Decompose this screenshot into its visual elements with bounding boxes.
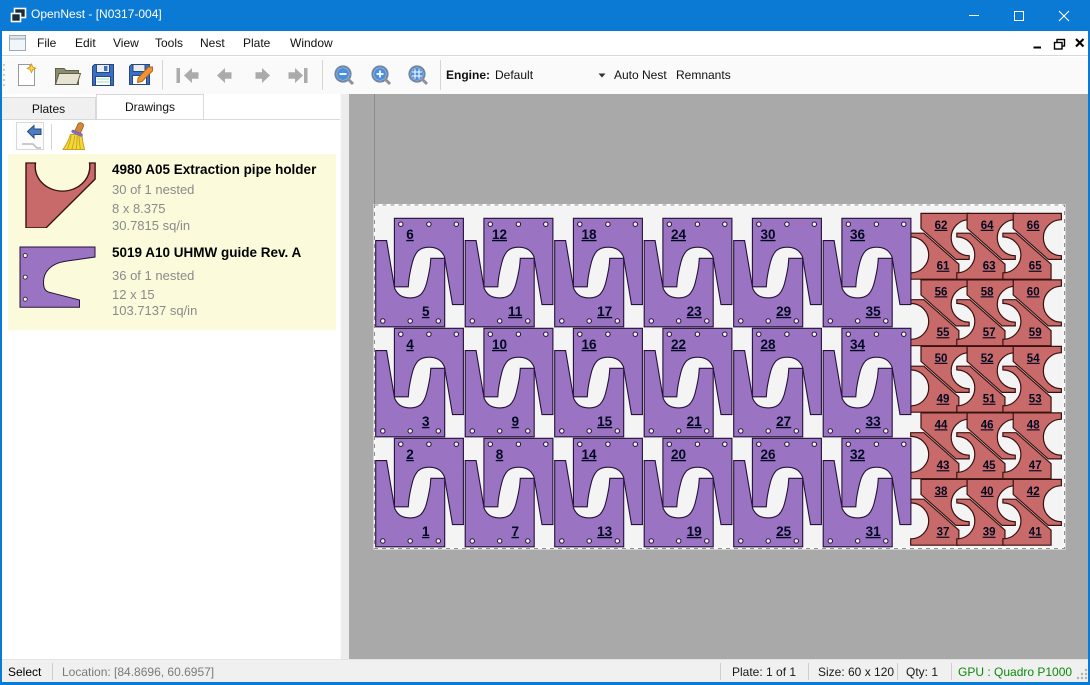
svg-text:55: 55 [937,327,950,339]
svg-text:48: 48 [1027,419,1040,431]
svg-text:26: 26 [760,447,776,462]
svg-text:6: 6 [406,227,414,242]
svg-text:7: 7 [511,524,519,539]
svg-text:29: 29 [776,304,791,319]
svg-text:14: 14 [581,447,597,462]
svg-text:19: 19 [687,524,702,539]
svg-text:45: 45 [983,460,996,472]
svg-text:8: 8 [496,447,504,462]
svg-text:50: 50 [935,353,948,365]
svg-text:21: 21 [687,414,703,429]
svg-text:10: 10 [492,337,507,352]
svg-text:61: 61 [937,261,950,273]
svg-text:16: 16 [581,337,597,352]
svg-text:52: 52 [981,353,994,365]
svg-text:2: 2 [406,447,414,462]
svg-text:20: 20 [671,447,686,462]
svg-text:12: 12 [492,227,507,242]
svg-text:17: 17 [597,304,612,319]
svg-text:62: 62 [935,220,948,232]
svg-text:58: 58 [981,286,994,298]
svg-text:39: 39 [983,527,996,539]
svg-text:63: 63 [983,261,996,273]
svg-text:13: 13 [597,524,613,539]
svg-text:38: 38 [935,486,948,498]
svg-text:34: 34 [850,337,866,352]
svg-text:9: 9 [511,414,519,429]
svg-text:46: 46 [981,419,994,431]
svg-text:44: 44 [935,419,948,431]
svg-text:4: 4 [406,337,414,352]
svg-text:18: 18 [581,227,597,242]
svg-text:53: 53 [1029,394,1042,406]
svg-text:43: 43 [937,460,950,472]
svg-text:30: 30 [760,227,775,242]
svg-text:41: 41 [1029,527,1042,539]
svg-text:23: 23 [687,304,703,319]
svg-text:5: 5 [422,304,430,319]
svg-text:31: 31 [866,524,882,539]
svg-text:51: 51 [983,394,996,406]
svg-text:65: 65 [1029,261,1042,273]
svg-text:37: 37 [937,527,950,539]
svg-text:35: 35 [866,304,882,319]
svg-text:28: 28 [760,337,776,352]
svg-text:3: 3 [422,414,430,429]
svg-text:42: 42 [1027,486,1040,498]
svg-text:32: 32 [850,447,865,462]
svg-text:66: 66 [1027,220,1040,232]
svg-text:11: 11 [508,304,523,319]
svg-text:15: 15 [597,414,613,429]
svg-text:33: 33 [866,414,882,429]
svg-text:49: 49 [937,394,950,406]
svg-text:54: 54 [1027,353,1040,365]
svg-text:59: 59 [1029,327,1042,339]
svg-text:36: 36 [850,227,866,242]
svg-text:25: 25 [776,524,792,539]
svg-text:57: 57 [983,327,996,339]
svg-text:1: 1 [422,524,430,539]
svg-text:27: 27 [776,414,791,429]
svg-text:47: 47 [1029,460,1042,472]
svg-text:64: 64 [981,220,994,232]
svg-text:24: 24 [671,227,687,242]
svg-text:60: 60 [1027,286,1040,298]
svg-text:22: 22 [671,337,686,352]
svg-text:40: 40 [981,486,994,498]
svg-text:56: 56 [935,286,948,298]
